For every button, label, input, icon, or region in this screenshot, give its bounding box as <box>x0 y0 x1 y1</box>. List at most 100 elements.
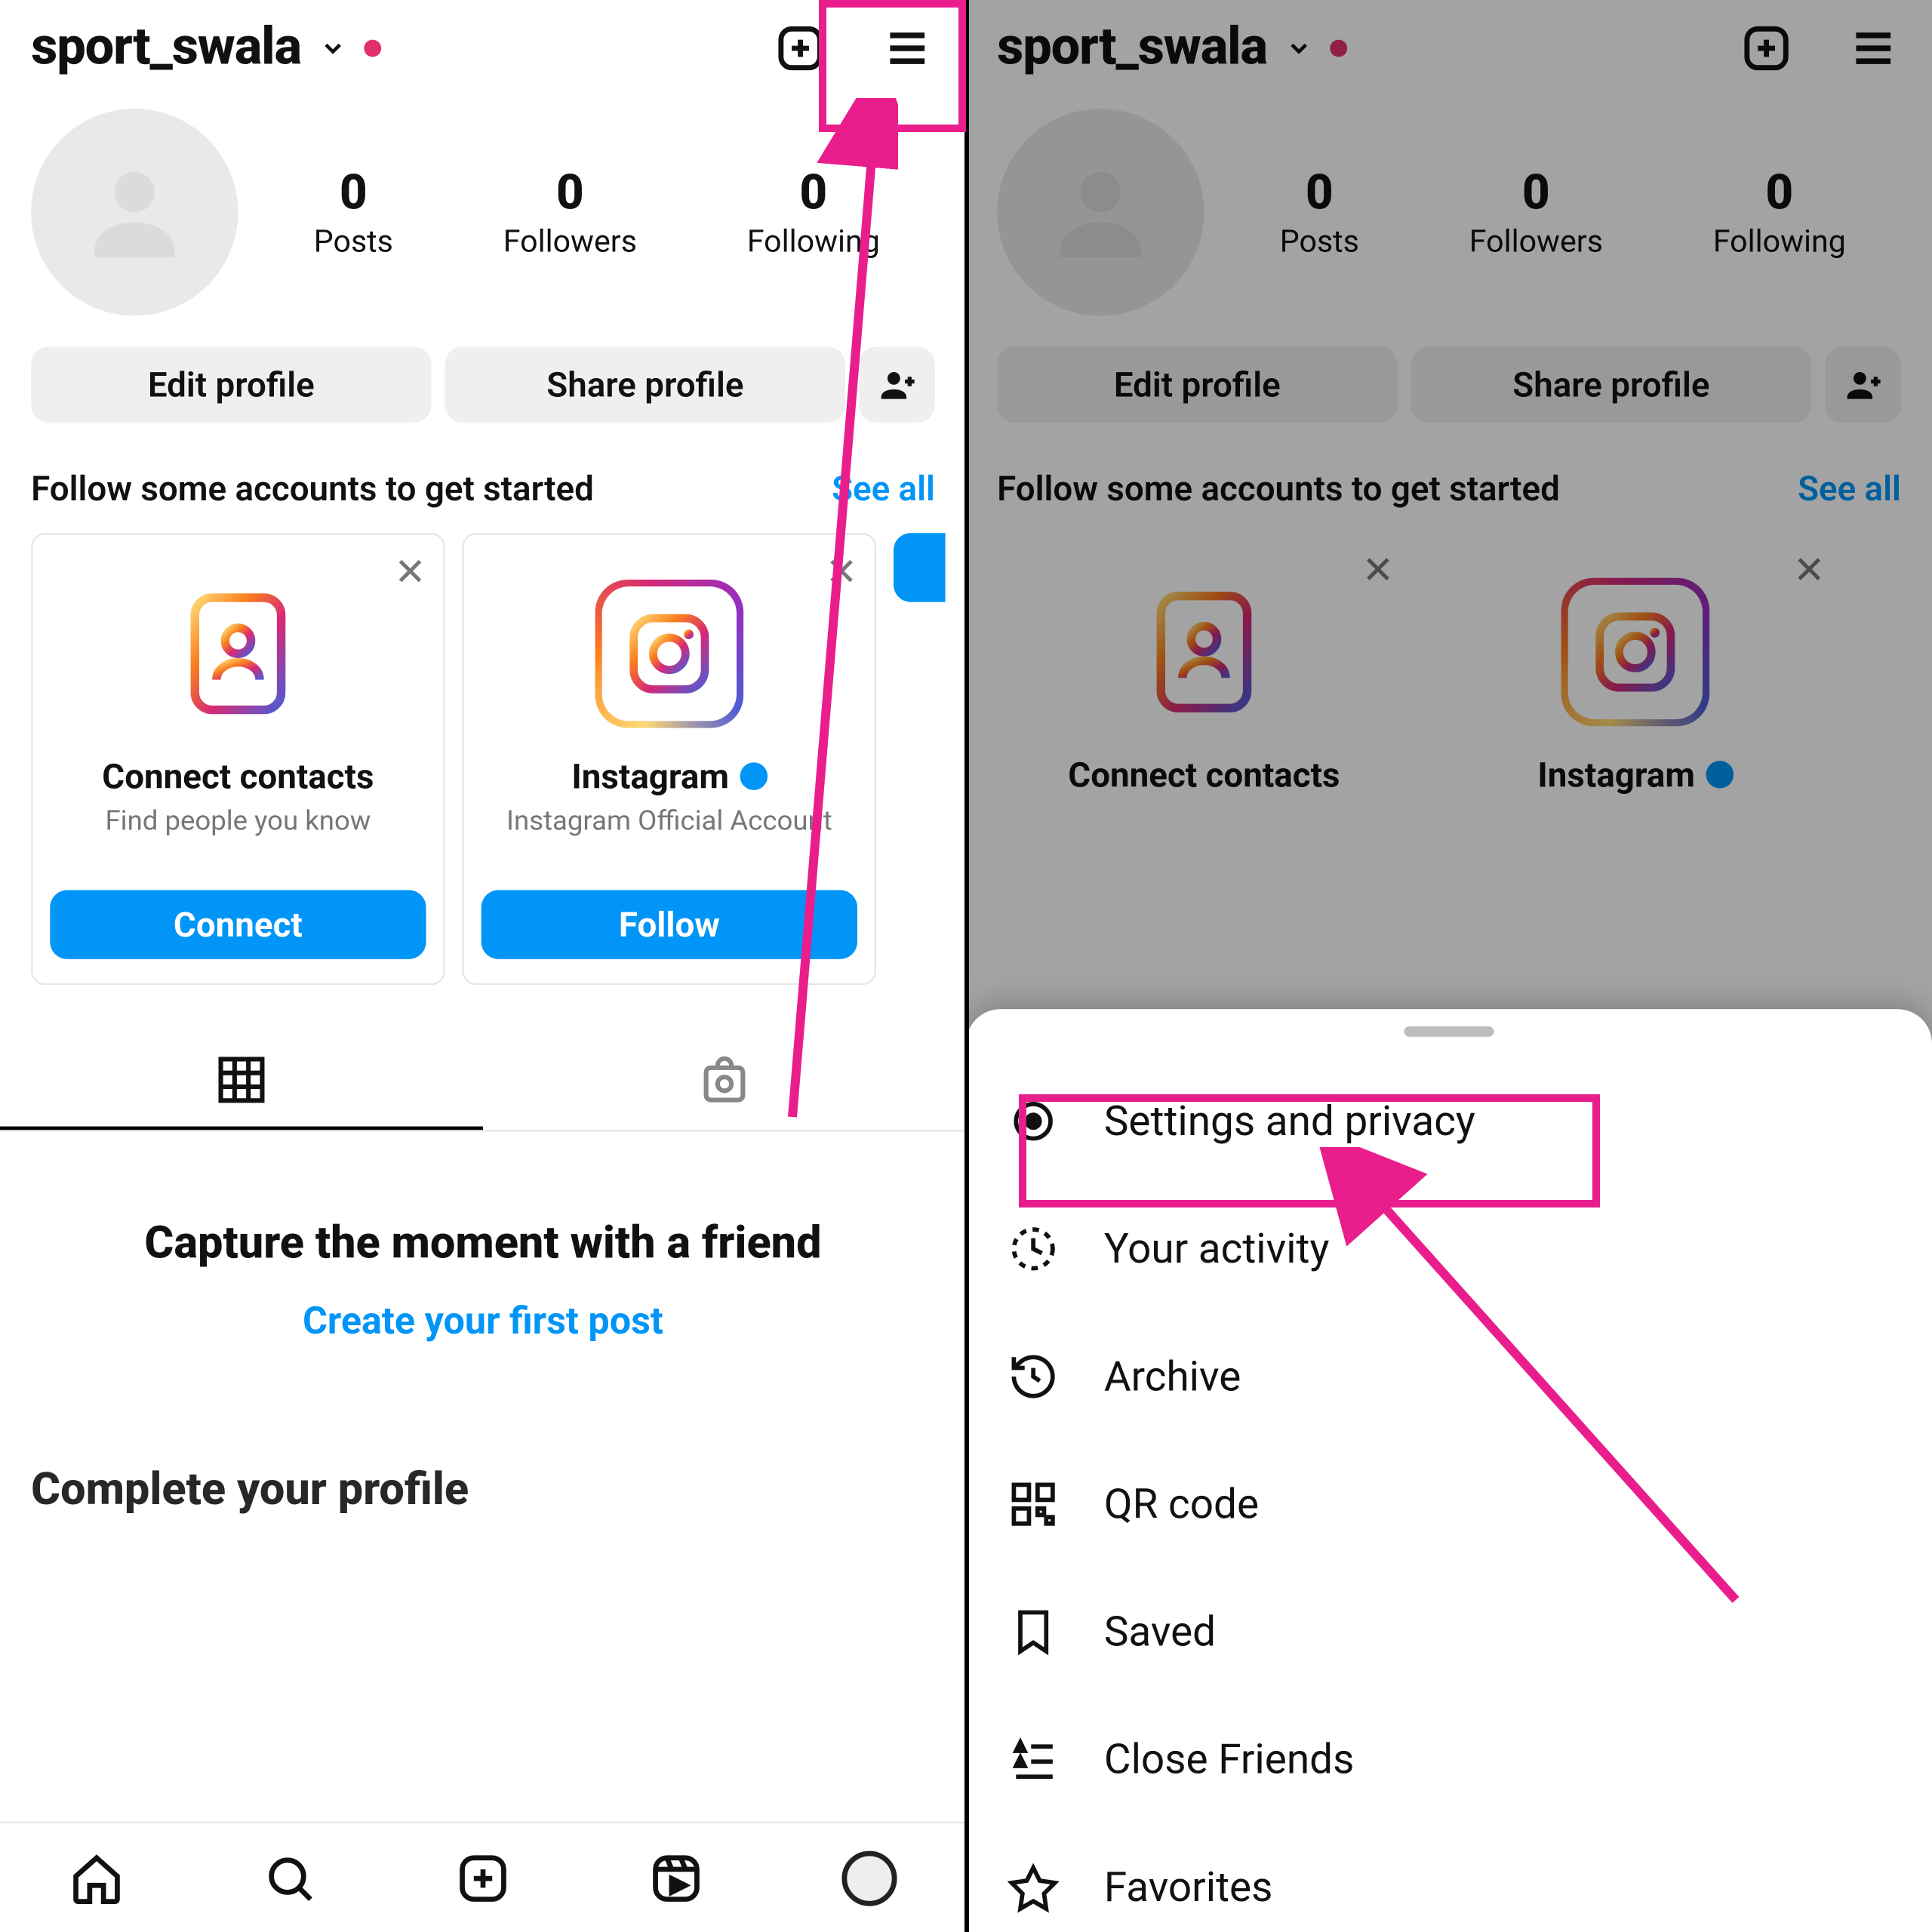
card-title: Instagram <box>1537 754 1695 795</box>
contacts-icon <box>164 580 312 728</box>
share-profile-button[interactable]: Share profile <box>1411 346 1811 423</box>
suggestion-card-partial <box>894 533 946 985</box>
discover-people-button[interactable] <box>859 346 935 423</box>
sheet-item-favorites[interactable]: Favorites <box>966 1823 1932 1932</box>
saved-bookmark-icon <box>1004 1602 1063 1661</box>
favorites-star-icon <box>1004 1858 1063 1917</box>
profile-tabs <box>0 1033 966 1130</box>
instagram-logo-icon <box>595 580 744 728</box>
activity-clock-icon <box>1004 1220 1063 1278</box>
sheet-item-label: Close Friends <box>1104 1735 1355 1783</box>
create-button[interactable] <box>773 20 828 75</box>
edit-profile-button[interactable]: Edit profile <box>997 346 1397 423</box>
sheet-item-saved[interactable]: Saved <box>966 1568 1932 1696</box>
contacts-icon <box>1130 578 1278 727</box>
profile-stats-row: 0 Posts 0 Followers 0 Following <box>966 85 1932 333</box>
nav-home[interactable] <box>66 1847 128 1909</box>
sheet-item-label: Favorites <box>1104 1863 1273 1912</box>
suggestion-card-contacts: ✕ Connect contacts <box>997 533 1411 819</box>
profile-stats-row: 0 Posts 0 Followers 0 Following <box>0 85 966 333</box>
bottom-sheet-menu: Settings and privacy Your activity Archi… <box>966 1009 1932 1932</box>
account-switcher[interactable]: sport_swala <box>997 17 1346 78</box>
sheet-item-qrcode[interactable]: QR code <box>966 1441 1932 1568</box>
sheet-item-label: Saved <box>1104 1607 1216 1656</box>
settings-gear-icon <box>1004 1092 1063 1151</box>
create-button[interactable] <box>1739 20 1794 75</box>
follow-button[interactable]: Follow <box>481 890 857 958</box>
sheet-item-label: Archive <box>1104 1352 1241 1401</box>
verified-badge-icon <box>740 762 768 790</box>
sheet-item-label: Settings and privacy <box>1104 1097 1475 1146</box>
stat-followers-label: Followers <box>503 224 637 260</box>
stat-followers[interactable]: 0 Followers <box>503 164 637 260</box>
sheet-drag-handle[interactable] <box>1404 1026 1494 1037</box>
edit-profile-button[interactable]: Edit profile <box>31 346 431 423</box>
qrcode-icon <box>1004 1475 1063 1534</box>
profile-buttons-row: Edit profile Share profile <box>966 333 1932 436</box>
verified-badge-icon <box>1706 761 1734 789</box>
sheet-item-activity[interactable]: Your activity <box>966 1185 1932 1312</box>
card-title: Connect contacts <box>102 755 374 797</box>
account-switcher[interactable]: sport_swala <box>31 17 380 78</box>
nav-profile[interactable] <box>838 1847 900 1909</box>
profile-header: sport_swala <box>0 0 966 85</box>
close-icon[interactable]: ✕ <box>826 552 857 595</box>
chevron-down-icon <box>1284 34 1312 62</box>
stat-following[interactable]: 0 Following <box>1713 164 1846 260</box>
stat-following-label: Following <box>1713 224 1846 260</box>
sheet-item-label: Your activity <box>1104 1225 1330 1273</box>
create-first-post-link[interactable]: Create your first post <box>35 1300 932 1343</box>
connect-button[interactable]: Connect <box>50 890 426 958</box>
follow-suggestions-title: Follow some accounts to get started <box>997 467 1560 509</box>
suggestion-cards: ✕ Connect contacts ✕ <box>966 519 1932 851</box>
notification-dot <box>363 38 380 56</box>
card-subtitle: Find people you know <box>105 804 371 872</box>
suggestion-card-contacts: ✕ Connect contacts Find people you <box>31 533 445 985</box>
archive-icon <box>1004 1347 1063 1406</box>
profile-header: sport_swala <box>966 0 1932 85</box>
menu-button[interactable] <box>1846 20 1901 75</box>
tab-grid[interactable] <box>0 1033 483 1130</box>
stat-posts-label: Posts <box>1280 224 1359 260</box>
see-all-link[interactable]: See all <box>832 467 935 509</box>
stat-following[interactable]: 0 Following <box>747 164 880 260</box>
stat-following-label: Following <box>747 224 880 260</box>
sheet-item-settings[interactable]: Settings and privacy <box>966 1057 1932 1185</box>
nav-search[interactable] <box>259 1847 321 1909</box>
follow-suggestions-title: Follow some accounts to get started <box>31 467 594 509</box>
stat-followers-label: Followers <box>1469 224 1603 260</box>
nav-reels[interactable] <box>645 1847 707 1909</box>
username-label: sport_swala <box>31 17 301 78</box>
follow-suggestions-header: Follow some accounts to get started See … <box>0 436 966 519</box>
nav-create[interactable] <box>452 1847 514 1909</box>
share-profile-button[interactable]: Share profile <box>445 346 845 423</box>
stat-posts-number: 0 <box>314 164 393 220</box>
chevron-down-icon <box>318 34 346 62</box>
close-icon[interactable]: ✕ <box>394 552 426 595</box>
see-all-link[interactable]: See all <box>1798 467 1901 509</box>
notification-dot <box>1329 38 1346 56</box>
stat-posts[interactable]: 0 Posts <box>314 164 393 260</box>
sheet-item-close-friends[interactable]: Close Friends <box>966 1696 1932 1823</box>
instagram-logo-icon <box>1561 578 1710 727</box>
stat-posts-label: Posts <box>314 224 393 260</box>
screenshot-divider <box>964 0 969 1932</box>
bottom-navigation <box>0 1822 966 1932</box>
sheet-item-label: QR code <box>1104 1480 1259 1528</box>
profile-buttons-row: Edit profile Share profile <box>0 333 966 436</box>
discover-people-button[interactable] <box>1825 346 1901 423</box>
tab-tagged[interactable] <box>483 1033 966 1130</box>
profile-avatar[interactable] <box>31 109 238 315</box>
card-subtitle: Instagram Official Account <box>506 804 832 872</box>
stat-following-number: 0 <box>1713 164 1846 220</box>
stat-followers-number: 0 <box>503 164 637 220</box>
profile-avatar-icon <box>841 1850 897 1905</box>
stat-posts[interactable]: 0 Posts <box>1280 164 1359 260</box>
stat-followers[interactable]: 0 Followers <box>1469 164 1603 260</box>
sheet-item-archive[interactable]: Archive <box>966 1312 1932 1440</box>
close-icon[interactable]: ✕ <box>1793 550 1825 593</box>
menu-button[interactable] <box>880 20 935 75</box>
close-icon[interactable]: ✕ <box>1362 550 1394 593</box>
username-label: sport_swala <box>997 17 1267 78</box>
profile-avatar[interactable] <box>997 109 1204 315</box>
